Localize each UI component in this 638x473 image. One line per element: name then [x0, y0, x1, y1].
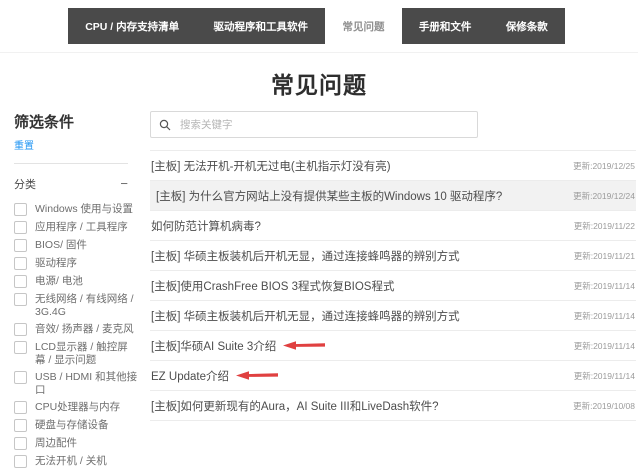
category-checkbox-item[interactable]: CPU处理器与内存	[14, 401, 138, 414]
faq-row[interactable]: [主板] 华硕主板装机后开机无显，通过连接蜂鸣器的辨别方式 更新:2019/11…	[150, 301, 636, 331]
checkbox-icon[interactable]	[14, 437, 27, 450]
category-item-label: 周边配件	[35, 437, 77, 449]
tab-drivers-and-tools[interactable]: 驱动程序和工具软件	[196, 8, 325, 44]
content-layout: 筛选条件 重置 分类 − Windows 使用与设置 应用程序 / 工具程序 B…	[0, 111, 638, 473]
category-label: 分类	[14, 179, 36, 191]
faq-list: [主板] 无法开机-开机无过电(主机指示灯没有亮) 更新:2019/12/25 …	[150, 150, 636, 421]
category-checkbox-item[interactable]: 电源/ 电池	[14, 275, 138, 288]
faq-row[interactable]: [主板]华硕AI Suite 3介绍 更新:2019/11/14	[150, 331, 636, 361]
faq-title: [主板] 无法开机-开机无过电(主机指示灯没有亮)	[151, 160, 391, 173]
filter-sidebar: 筛选条件 重置 分类 − Windows 使用与设置 应用程序 / 工具程序 B…	[14, 111, 140, 473]
category-checkbox-item[interactable]: LCD显示器 / 触控屏幕 / 显示问题	[14, 341, 138, 366]
checkbox-icon[interactable]	[14, 419, 27, 432]
checkbox-icon[interactable]	[14, 401, 27, 414]
tab-cpu-memory-support-list[interactable]: CPU / 内存支持清单	[68, 8, 196, 44]
checkbox-icon[interactable]	[14, 341, 27, 354]
faq-updated-date: 更新:2019/10/08	[573, 400, 635, 411]
search-box[interactable]	[150, 111, 478, 138]
category-item-label: 音效/ 扬声器 / 麦克风	[35, 323, 134, 335]
faq-title: [主板]如何更新现有的Aura，AI Suite III和LiveDash软件?	[151, 400, 439, 413]
checkbox-icon[interactable]	[14, 239, 27, 252]
tab-faq[interactable]: 常见问题	[325, 8, 402, 44]
faq-updated-date: 更新:2019/11/14	[573, 370, 635, 381]
faq-updated-date: 更新:2019/11/14	[573, 280, 635, 291]
category-checkbox-item[interactable]: 音效/ 扬声器 / 麦克风	[14, 323, 138, 336]
category-item-label: USB / HDMI 和其他接口	[35, 371, 138, 396]
category-list: Windows 使用与设置 应用程序 / 工具程序 BIOS/ 固件 驱动程序 …	[14, 203, 140, 468]
category-checkbox-item[interactable]: 无线网络 / 有线网络 / 3G.4G	[14, 293, 138, 318]
faq-updated-date: 更新:2019/11/14	[573, 310, 635, 321]
category-checkbox-item[interactable]: BIOS/ 固件	[14, 239, 138, 252]
page-title: 常见问题	[271, 72, 367, 98]
faq-row[interactable]: [主板]如何更新现有的Aura，AI Suite III和LiveDash软件?…	[150, 391, 636, 421]
faq-row[interactable]: [主板] 为什么官方网站上没有提供某些主板的Windows 10 驱动程序? 更…	[150, 181, 636, 211]
category-item-label: Windows 使用与设置	[35, 203, 134, 215]
faq-title: [主板]华硕AI Suite 3介绍	[151, 338, 326, 354]
category-item-label: 应用程序 / 工具程序	[35, 221, 128, 233]
faq-updated-date: 更新:2019/11/21	[573, 250, 635, 261]
tab-manuals-and-documents[interactable]: 手册和文件	[402, 8, 489, 44]
product-tabs-bar: CPU / 内存支持清单 驱动程序和工具软件 常见问题 手册和文件 保修条款	[68, 8, 565, 44]
annotation-arrow-icon	[235, 371, 278, 380]
faq-title: 如何防范计算机病毒?	[151, 220, 261, 233]
faq-row[interactable]: [主板] 华硕主板装机后开机无显，通过连接蜂鸣器的辨别方式 更新:2019/11…	[150, 241, 636, 271]
collapse-minus-icon[interactable]: −	[120, 177, 128, 190]
checkbox-icon[interactable]	[14, 257, 27, 270]
search-icon	[159, 119, 171, 130]
faq-title: [主板] 华硕主板装机后开机无显，通过连接蜂鸣器的辨别方式	[151, 310, 460, 323]
checkbox-icon[interactable]	[14, 203, 27, 216]
reset-link[interactable]: 重置	[14, 137, 34, 152]
category-section-header: 分类 −	[14, 176, 128, 192]
checkbox-icon[interactable]	[14, 275, 27, 288]
category-checkbox-item[interactable]: 无法开机 / 关机	[14, 455, 138, 468]
category-checkbox-item[interactable]: USB / HDMI 和其他接口	[14, 371, 138, 396]
faq-updated-date: 更新:2019/11/22	[573, 220, 635, 231]
checkbox-icon[interactable]	[14, 455, 27, 468]
faq-updated-date: 更新:2019/12/25	[573, 160, 635, 171]
category-checkbox-item[interactable]: 硬盘与存储设备	[14, 419, 138, 432]
category-item-label: 无线网络 / 有线网络 / 3G.4G	[35, 293, 134, 318]
faq-title: [主板]使用CrashFree BIOS 3程式恢复BIOS程式	[151, 280, 395, 293]
faq-row[interactable]: [主板]使用CrashFree BIOS 3程式恢复BIOS程式 更新:2019…	[150, 271, 636, 301]
category-checkbox-item[interactable]: 应用程序 / 工具程序	[14, 221, 138, 234]
checkbox-icon[interactable]	[14, 221, 27, 234]
faq-title: [主板] 为什么官方网站上没有提供某些主板的Windows 10 驱动程序?	[156, 190, 503, 203]
faq-row[interactable]: EZ Update介绍 更新:2019/11/14	[150, 361, 636, 391]
product-page-header: CPU / 内存支持清单 驱动程序和工具软件 常见问题 手册和文件 保修条款	[0, 8, 638, 53]
faq-title: [主板] 华硕主板装机后开机无显，通过连接蜂鸣器的辨别方式	[151, 250, 460, 263]
category-checkbox-item[interactable]: 周边配件	[14, 437, 138, 450]
filter-title: 筛选条件	[14, 114, 75, 131]
checkbox-icon[interactable]	[14, 371, 27, 384]
category-item-label: LCD显示器 / 触控屏幕 / 显示问题	[35, 341, 128, 366]
category-checkbox-item[interactable]: 驱动程序	[14, 257, 138, 270]
checkbox-icon[interactable]	[14, 323, 27, 336]
category-item-label: 驱动程序	[35, 257, 77, 269]
annotation-arrow-icon	[283, 341, 326, 350]
sidebar-divider	[14, 163, 128, 164]
faq-panel: [主板] 无法开机-开机无过电(主机指示灯没有亮) 更新:2019/12/25 …	[150, 111, 636, 473]
faq-row[interactable]: [主板] 无法开机-开机无过电(主机指示灯没有亮) 更新:2019/12/25	[150, 151, 636, 181]
category-item-label: 无法开机 / 关机	[35, 455, 107, 467]
category-item-label: 硬盘与存储设备	[35, 419, 109, 431]
faq-title: EZ Update介绍	[151, 368, 278, 384]
checkbox-icon[interactable]	[14, 293, 27, 306]
faq-row[interactable]: 如何防范计算机病毒? 更新:2019/11/22	[150, 211, 636, 241]
category-item-label: BIOS/ 固件	[35, 239, 87, 251]
faq-updated-date: 更新:2019/12/24	[573, 190, 635, 201]
search-input[interactable]	[178, 117, 469, 132]
category-item-label: 电源/ 电池	[35, 275, 83, 287]
category-checkbox-item[interactable]: Windows 使用与设置	[14, 203, 138, 216]
tab-warranty-terms[interactable]: 保修条款	[489, 8, 565, 44]
faq-updated-date: 更新:2019/11/14	[573, 340, 635, 351]
